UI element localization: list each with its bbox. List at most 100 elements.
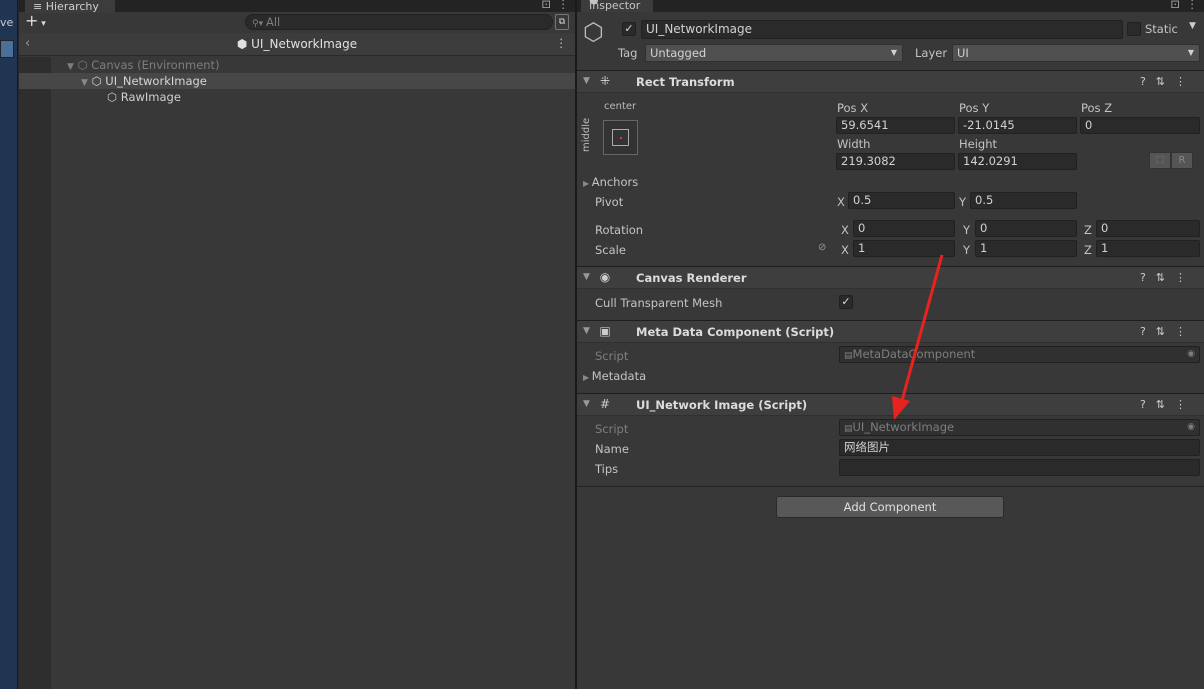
scene-visibility-icon[interactable]: ⧉ [555,14,569,30]
pivot-y-input[interactable]: 0.5 [970,192,1077,209]
tag-dropdown[interactable]: Untagged ▼ [645,44,903,62]
tag-label: Tag [618,46,638,60]
metadata-foldout[interactable]: ▶ Metadata [583,369,646,383]
collapse-icon[interactable]: ▼ [583,399,590,409]
posx-label: Pos X [837,101,869,115]
annotation-arrow [892,254,944,420]
tab-hierarchy[interactable]: ≡ Hierarchy [25,0,115,13]
layer-value: UI [957,46,969,60]
component-header-icons[interactable]: ?⇅⋮ [1140,398,1196,411]
add-icon: + [25,11,39,30]
layer-dropdown[interactable]: UI ▼ [952,44,1200,62]
metadata-label: Metadata [591,369,647,383]
rect-transform-header[interactable]: ▼ ⁜ Rect Transform ?⇅⋮ [577,70,1204,93]
inspector-tabbar [577,0,1204,12]
constrain-proportions-icon[interactable]: ⊘ [818,242,826,253]
scene-panel-edge: ve [0,0,18,689]
prefab-title: UI_NetworkImage [251,37,358,51]
tab-label: Hierarchy [45,0,99,13]
cull-checkbox[interactable]: ✓ [839,295,853,309]
prefab-header: ‹ ⬢ UI_NetworkImage ⋮ [19,33,575,56]
item-label: Canvas (Environment) [91,58,220,72]
component-header-icons[interactable]: ?⇅⋮ [1140,271,1196,284]
rotation-z-input[interactable]: 0 [1096,220,1200,237]
axis-x-label: X [841,223,849,237]
scale-z-input[interactable]: 1 [1096,240,1200,257]
divider [577,486,1204,487]
pivot-label: Pivot [595,195,624,209]
height-label: Height [959,137,998,151]
more-icon[interactable]: ⋮ [558,0,570,11]
script-label: Script [595,349,629,363]
axis-x-label: X [841,243,849,257]
search-placeholder: All [265,15,281,29]
anchor-v-label: middle [581,117,592,152]
dropdown-button[interactable] [0,40,14,58]
anchor-preset-button[interactable] [603,120,638,155]
name-label: Name [595,442,629,456]
script-label: Script [595,422,629,436]
tips-input[interactable] [839,459,1200,476]
collapse-icon[interactable]: ▼ [583,326,590,336]
gameobject-icon[interactable]: ⬡ [583,18,604,46]
add-component-button[interactable]: Add Component [776,496,1004,518]
width-label: Width [837,137,871,151]
hierarchy-item[interactable]: ⬡ RawImage [19,89,575,105]
raw-edit-button[interactable]: R [1171,152,1193,169]
tag-value: Untagged [650,46,707,60]
active-checkbox[interactable]: ✓ [622,22,636,36]
rotation-label: Rotation [595,223,644,237]
rotation-x-input[interactable]: 0 [853,220,955,237]
static-checkbox[interactable] [1127,22,1141,36]
height-input[interactable]: 142.0291 [958,153,1077,170]
hierarchy-panel: ≡ Hierarchy ⊡ ⋮ + ▾ ⚲▾ All ⧉ ‹ ⬢ UI_Netw… [19,0,575,689]
axis-z-label: Z [1084,243,1092,257]
component-title: UI_Network Image (Script) [636,398,808,412]
axis-x-label: X [837,195,845,209]
collapse-icon[interactable]: ▼ [583,76,590,86]
tab-inspector[interactable]: ● Inspector [581,0,653,12]
static-label: Static [1145,22,1178,36]
hierarchy-item[interactable]: ▼ ⬡ Canvas (Environment) [19,57,575,73]
posx-input[interactable]: 59.6541 [836,117,955,134]
anchors-foldout[interactable]: ▶ Anchors [583,175,638,189]
panel-divider[interactable] [575,0,577,689]
component-title: Meta Data Component (Script) [636,325,835,339]
anchors-label: Anchors [591,175,639,189]
component-header-icons[interactable]: ?⇅⋮ [1140,325,1196,338]
width-input[interactable]: 219.3082 [836,153,955,170]
blueprint-mode-button[interactable]: ⬚ [1149,152,1171,169]
posy-label: Pos Y [959,101,990,115]
script-icon: ▣ [599,324,611,338]
add-button[interactable]: + ▾ [25,12,55,32]
component-header-icons[interactable]: ?⇅⋮ [1140,75,1196,88]
script-hash-icon: # [599,397,611,411]
lock-icon[interactable]: ⊡ [541,0,551,11]
name-input[interactable]: 网络图片 [839,439,1200,456]
eye-icon: ◉ [599,270,611,284]
object-name-input[interactable]: UI_NetworkImage [641,20,1123,39]
rotation-y-input[interactable]: 0 [975,220,1077,237]
prefab-icon: ⬢ [236,37,252,51]
component-title: Canvas Renderer [636,271,747,285]
hierarchy-gutter [19,57,51,689]
more-icon[interactable]: ⋮ [556,36,568,50]
item-label: UI_NetworkImage [105,74,207,88]
posz-label: Pos Z [1081,101,1113,115]
scene-panel-label: ve [0,16,14,29]
axis-y-label: Y [963,243,971,257]
lock-icon[interactable]: ⊡ [1170,0,1180,11]
posz-input[interactable]: 0 [1080,117,1200,134]
posy-input[interactable]: -21.0145 [958,117,1077,134]
layer-label: Layer [915,46,948,60]
rect-transform-icon: ⁜ [599,74,611,88]
search-icon: ⚲▾ [252,19,266,29]
pivot-x-input[interactable]: 0.5 [848,192,955,209]
hierarchy-item-selected[interactable]: ▼ ⬡ UI_NetworkImage [19,73,575,89]
static-dropdown-icon[interactable]: ▼ [1189,21,1196,31]
component-title: Rect Transform [636,75,735,89]
search-input[interactable]: ⚲▾ All [245,14,553,30]
collapse-icon[interactable]: ▼ [583,272,590,282]
more-icon[interactable]: ⋮ [1187,0,1199,11]
scale-y-input[interactable]: 1 [975,240,1077,257]
